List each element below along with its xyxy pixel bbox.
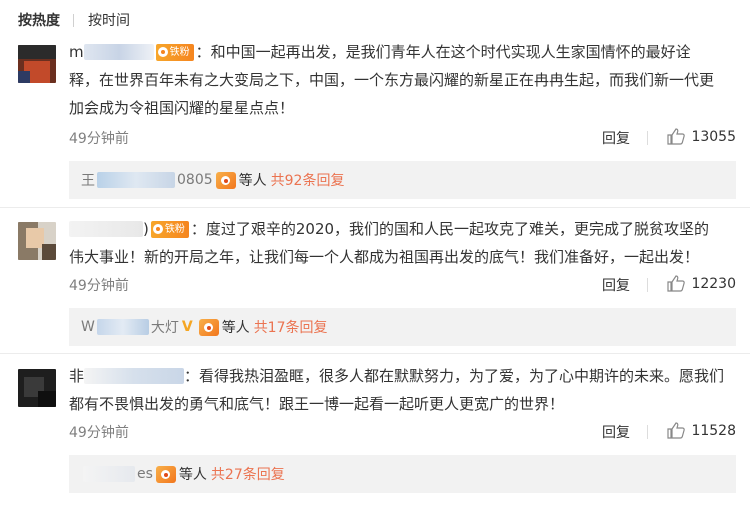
fan-badge-icon: 铁粉 — [155, 44, 194, 61]
like-button[interactable]: 13055 — [667, 128, 736, 145]
sub-replies[interactable]: es 等人 共27条回复 — [69, 455, 736, 493]
sub-replies[interactable]: W 大灯 V 等人 共17条回复 — [69, 308, 736, 346]
comment-text: m 铁粉 ：和中国一起再出发，是我们青年人在这个时代实现人生家国情怀的最好诠 释，在… — [69, 43, 715, 117]
thumbs-up-icon — [667, 422, 686, 439]
sub-replies[interactable]: 王 0805 等人 共92条回复 — [69, 161, 736, 199]
like-button[interactable]: 11528 — [667, 422, 736, 439]
comment-time: 49分钟前 — [69, 131, 129, 147]
view-replies-link[interactable]: 共17条回复 — [254, 317, 328, 337]
comment-meta: 49分钟前 回复 12230 — [69, 275, 736, 295]
like-count: 11528 — [691, 422, 736, 439]
avatar[interactable] — [18, 45, 56, 83]
reply-button[interactable]: 回复 — [602, 128, 630, 148]
like-button[interactable]: 12230 — [667, 275, 736, 292]
comment-time: 49分钟前 — [69, 278, 129, 294]
thumbs-up-icon — [667, 128, 686, 145]
username[interactable]: m — [69, 43, 154, 61]
reply-button[interactable]: 回复 — [602, 275, 630, 295]
comment-text: ) 铁粉 ：度过了艰辛的2020，我们的国和人民一起攻克了难关，更完成了脱贫攻坚的 … — [69, 220, 710, 266]
sort-tabs: 按热度 按时间 — [18, 10, 130, 30]
avatar[interactable] — [18, 222, 56, 260]
username[interactable]: ) — [69, 220, 149, 238]
comment-meta: 49分钟前 回复 13055 — [69, 128, 736, 148]
comment-meta: 49分钟前 回复 11528 — [69, 422, 736, 442]
comment-text: 非：看得我热泪盈眶，很多人都在默默努力，为了爱，为了心中期许的未来。愿我们 都有… — [69, 367, 725, 413]
comment-time: 49分钟前 — [69, 425, 129, 441]
action-divider — [647, 131, 648, 145]
divider — [0, 353, 750, 354]
fan-level-icon — [198, 318, 219, 336]
verified-icon: V — [181, 319, 193, 335]
view-replies-link[interactable]: 共92条回复 — [271, 170, 345, 190]
fan-badge-icon: 铁粉 — [150, 221, 189, 238]
blurred-name — [97, 172, 175, 188]
reply-button[interactable]: 回复 — [602, 422, 630, 442]
fan-level-icon — [215, 171, 236, 189]
action-divider — [647, 425, 648, 439]
tab-by-hot[interactable]: 按热度 — [18, 10, 60, 30]
avatar[interactable] — [18, 369, 56, 407]
fan-level-icon — [155, 465, 176, 483]
tab-divider — [73, 13, 74, 27]
like-count: 12230 — [691, 275, 736, 292]
username[interactable]: 非 — [69, 367, 185, 385]
blurred-name — [83, 466, 135, 482]
like-count: 13055 — [691, 128, 736, 145]
view-replies-link[interactable]: 共27条回复 — [211, 464, 285, 484]
divider — [0, 207, 750, 208]
tab-by-time[interactable]: 按时间 — [88, 10, 130, 30]
thumbs-up-icon — [667, 275, 686, 292]
action-divider — [647, 278, 648, 292]
blurred-name — [96, 319, 149, 335]
